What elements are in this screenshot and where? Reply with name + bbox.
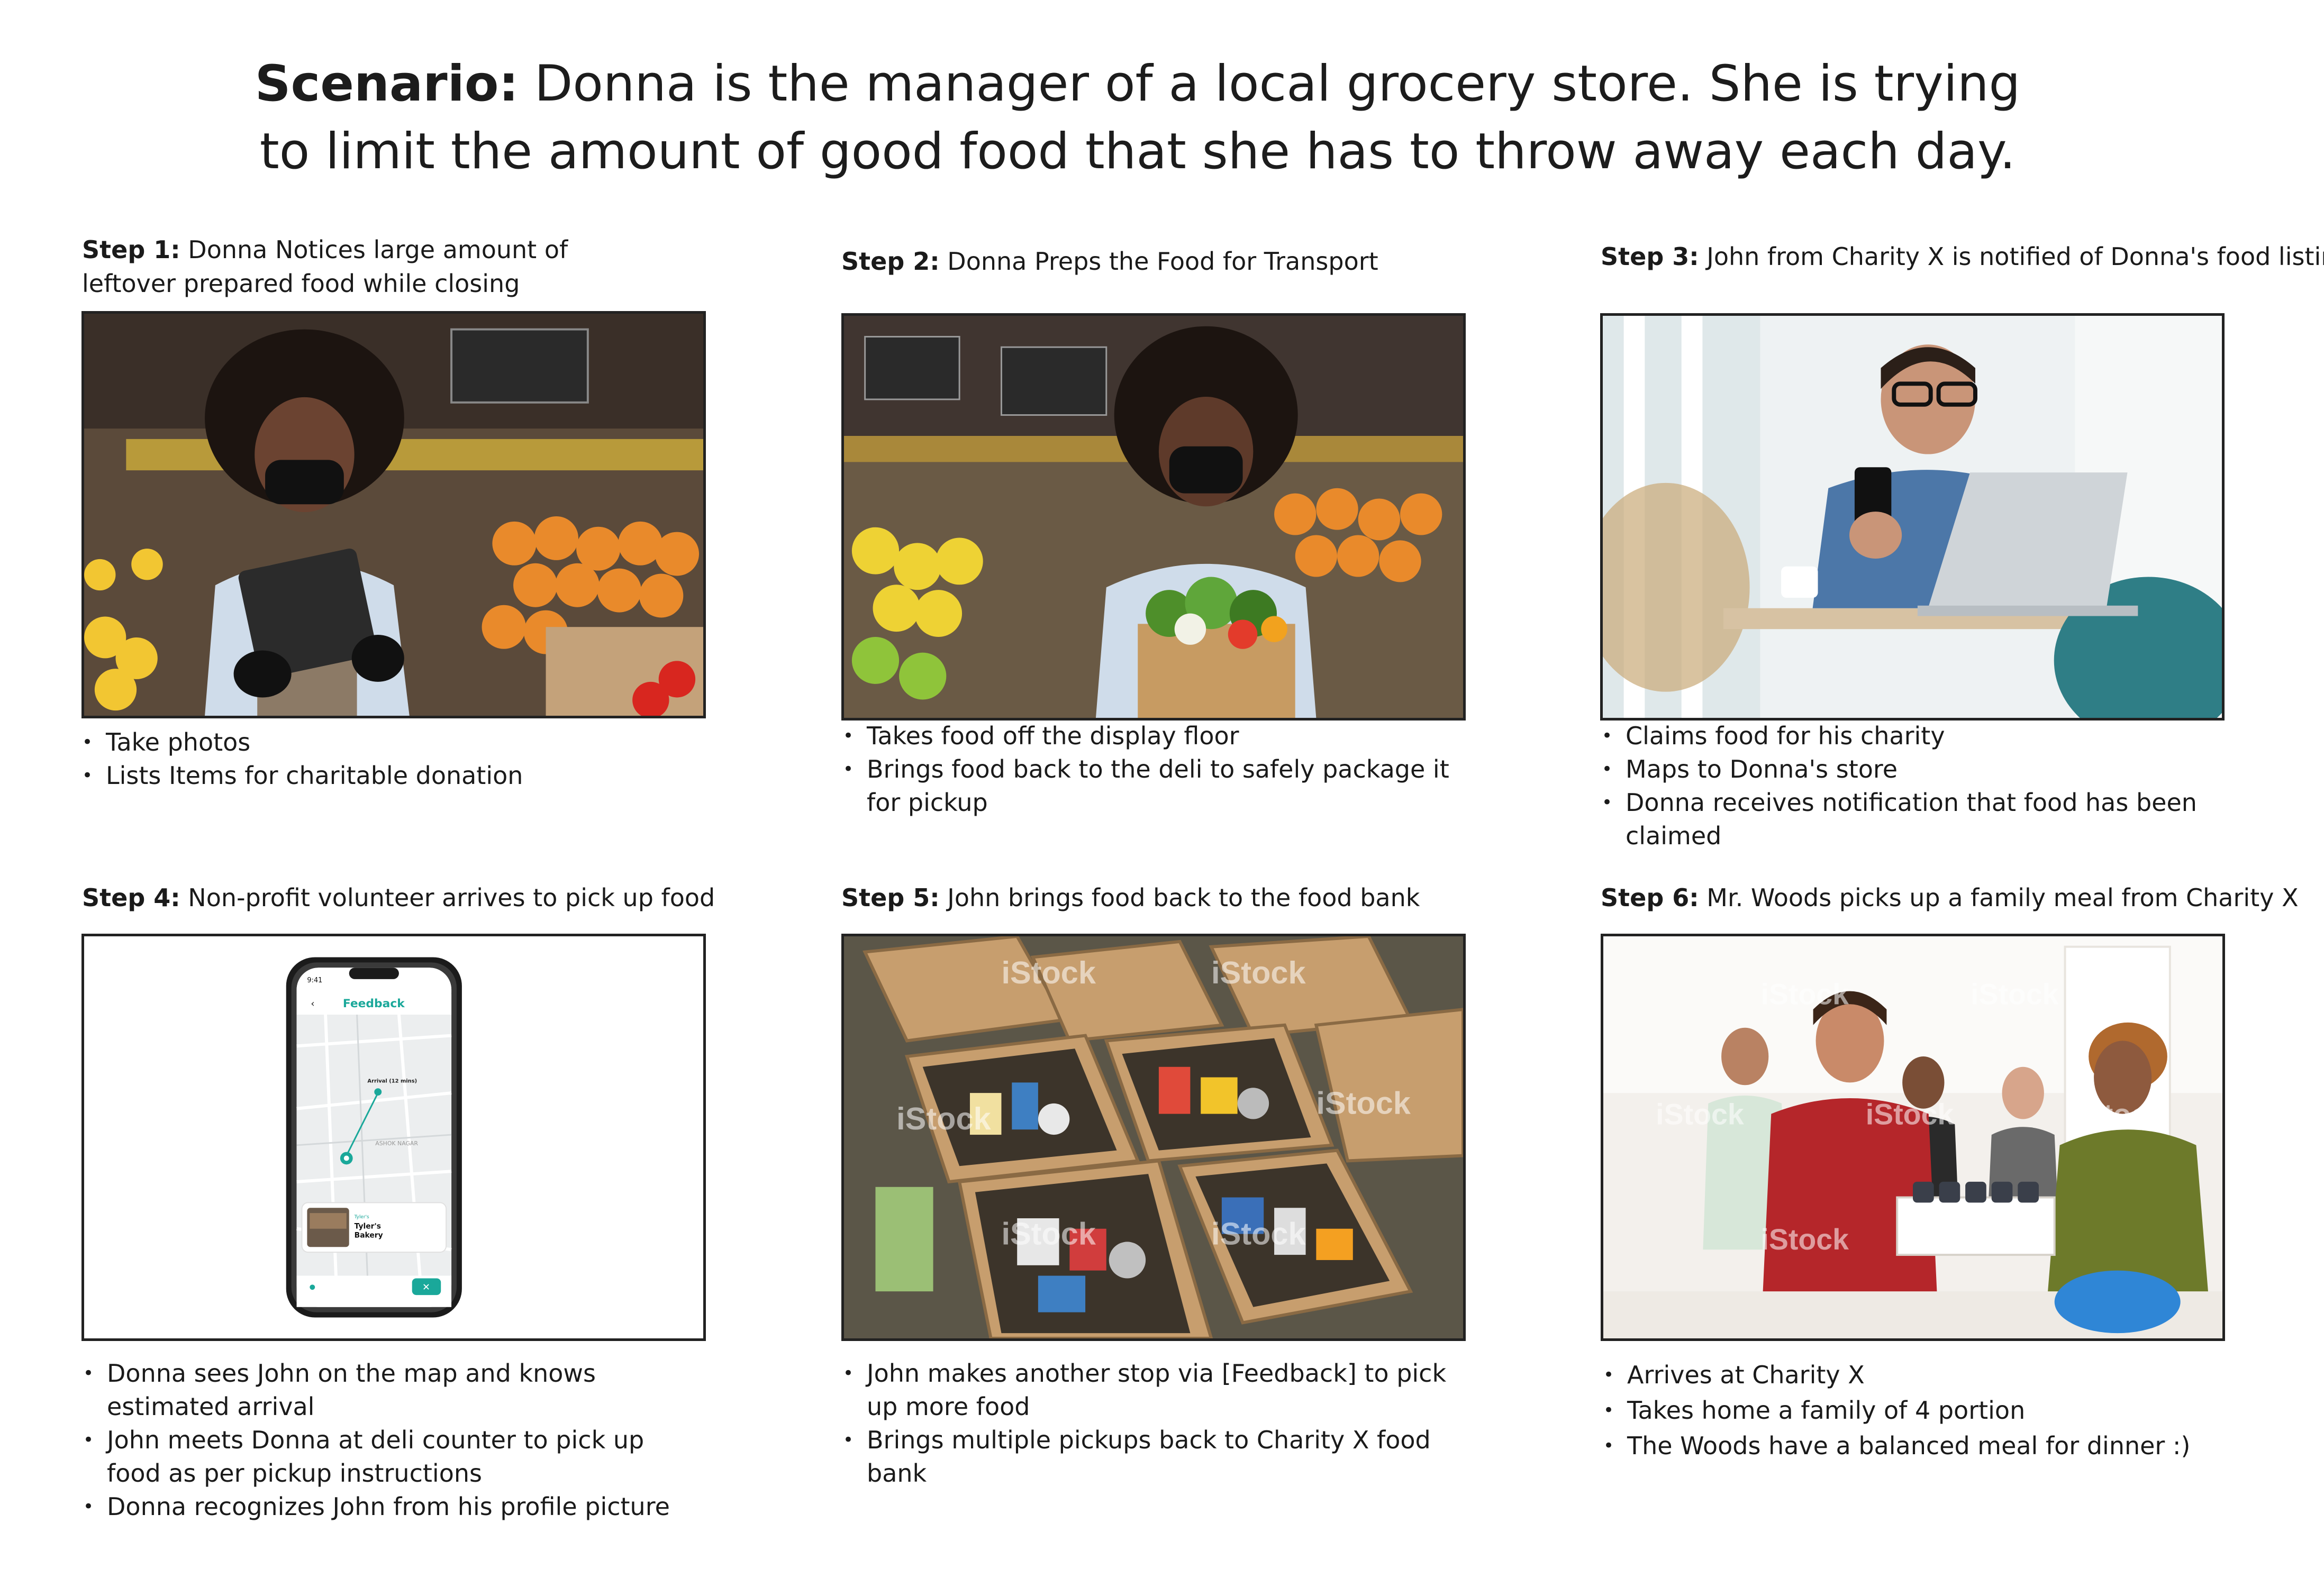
scenario-label: Scenario: (255, 55, 519, 113)
step-4-bullet: John meets Donna at deli counter to pick… (83, 1424, 700, 1490)
step-5-bullet: Brings multiple pickups back to Charity … (843, 1424, 1459, 1490)
step-6-photo-charity-handoff: iStock iStock iStock iStock iStock iStoc… (1601, 934, 2225, 1341)
step-5-photo-food-boxes: iStock iStock iStock iStock iStock iStoc… (841, 934, 1466, 1341)
watermark: iStock (896, 1101, 991, 1136)
svg-text:✕: ✕ (422, 1282, 430, 1293)
step-2-label: Step 2: (841, 247, 940, 276)
svg-text:‹: ‹ (311, 998, 314, 1009)
step-3-title: Step 3: John from Charity X is notified … (1601, 240, 2324, 273)
scenario-line-1: Donna is the manager of a local grocery … (519, 55, 2021, 113)
step-6-title: Step 6: Mr. Woods picks up a family meal… (1601, 881, 2324, 915)
step-6-bullets: Arrives at Charity X Takes home a family… (1603, 1358, 2220, 1463)
step-2-heading: Donna Preps the Food for Transport (939, 247, 1378, 276)
phone-area-label: ASHOK NAGAR (375, 1140, 418, 1147)
step-3-photo-man-phone-laptop (1600, 313, 2225, 720)
step-4-title: Step 4: Non-profit volunteer arrives to … (82, 881, 833, 915)
step-3-label: Step 3: (1601, 242, 1699, 271)
step-2-title: Step 2: Donna Preps the Food for Transpo… (841, 244, 1593, 278)
scenario-title: Scenario: Donna is the manager of a loca… (0, 50, 2275, 186)
step-2-bullets: Takes food off the display floor Brings … (843, 719, 1459, 819)
step-4-phone-mockup: 9:41 ‹ Feedback Arrival (12 mins) ASHOK … (81, 934, 706, 1341)
step-1-bullet: Take photos (82, 726, 698, 759)
step-4-bullet: Donna sees John on the map and knows est… (83, 1357, 700, 1424)
step-6-bullet: Takes home a family of 4 portion (1603, 1394, 2220, 1427)
watermark: iStock (1211, 1216, 1306, 1251)
step-4-heading: Non-profit volunteer arrives to pick up … (180, 883, 715, 912)
step-3-bullet: Claims food for his charity (1602, 719, 2218, 753)
step-3-bullet: Donna receives notification that food ha… (1602, 786, 2218, 853)
phone-arrival-label: Arrival (12 mins) (367, 1078, 417, 1084)
step-5-bullets: John makes another stop via [Feedback] t… (843, 1357, 1459, 1490)
step-3-bullets: Claims food for his charity Maps to Donn… (1602, 719, 2218, 853)
phone-app-title: Feedback (343, 997, 405, 1010)
scenario-line-2: to limit the amount of good food that sh… (259, 123, 2016, 180)
step-3-heading: John from Charity X is notified of Donna… (1699, 242, 2324, 271)
step-4-label: Step 4: (82, 883, 180, 912)
phone-card-tag: Tyler's (354, 1215, 369, 1220)
step-6-bullet: Arrives at Charity X (1603, 1358, 2220, 1392)
watermark: iStock (1001, 1216, 1096, 1251)
phone-time: 9:41 (307, 977, 322, 984)
step-1-bullet: Lists Items for charitable donation (82, 759, 698, 792)
step-1-title: Step 1: Donna Notices large amount of le… (82, 233, 833, 300)
watermark: iStock (1211, 955, 1306, 990)
step-2-bullet: Takes food off the display floor (843, 719, 1459, 753)
step-4-bullets: Donna sees John on the map and knows est… (83, 1357, 700, 1524)
step-5-title: Step 5: John brings food back to the foo… (841, 881, 1593, 915)
step-2-bullet: Brings food back to the deli to safely p… (843, 753, 1459, 819)
watermark: iStock (1316, 1086, 1411, 1121)
step-5-label: Step 5: (841, 883, 940, 912)
step-6-heading: Mr. Woods picks up a family meal from Ch… (1699, 883, 2299, 912)
watermark: iStock (1971, 978, 2059, 1010)
phone-card-name-1: Tyler's (355, 1223, 381, 1231)
step-2-photo-grocer-vegetables (841, 313, 1466, 720)
step-1-photo-grocer-tablet (81, 311, 706, 718)
watermark: iStock (1760, 978, 1849, 1010)
step-4-bullet: Donna recognizes John from his profile p… (83, 1490, 700, 1524)
step-3-bullet: Maps to Donna's store (1602, 753, 2218, 786)
step-6-bullet: The Woods have a balanced meal for dinne… (1603, 1429, 2220, 1463)
watermark: iStock (1656, 1098, 1744, 1130)
watermark: iStock (2075, 1098, 2164, 1130)
step-1-label: Step 1: (82, 235, 180, 264)
watermark: iStock (1001, 955, 1096, 990)
step-1-bullets: Take photos Lists Items for charitable d… (82, 726, 698, 792)
step-6-label: Step 6: (1601, 883, 1699, 912)
watermark: iStock (1866, 1098, 1954, 1130)
step-5-heading: John brings food back to the food bank (939, 883, 1420, 912)
step-5-bullet: John makes another stop via [Feedback] t… (843, 1357, 1459, 1424)
phone-card-name-2: Bakery (355, 1232, 383, 1240)
watermark: iStock (1760, 1223, 1849, 1256)
